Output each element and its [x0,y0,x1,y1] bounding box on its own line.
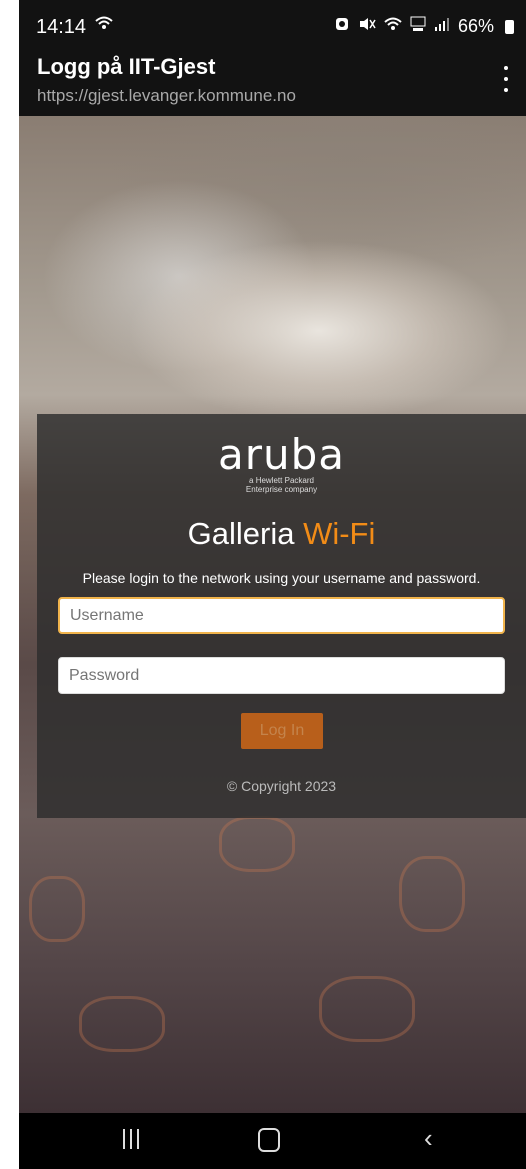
logo-subtitle-line1: a Hewlett Packard [249,476,314,485]
battery-icon [505,19,514,34]
copyright-text: © Copyright 2023 [226,778,337,794]
heading-prefix: Galleria [187,516,295,551]
mute-icon [358,16,376,37]
status-icons: 66% [334,16,514,37]
login-panel: aruba a Hewlett Packard Enterprise compa… [37,414,526,818]
login-instructions: Please login to the network using your u… [82,570,481,586]
aruba-logo: aruba [217,430,346,479]
login-button[interactable]: Log In [241,713,323,749]
portal-heading: Galleria Wi-Fi [37,516,526,552]
wifi-icon [384,16,402,37]
back-icon[interactable]: ‹ [424,1123,433,1154]
signal-icon [434,16,450,37]
page-title: Logg på IIT-Gjest [37,54,216,79]
more-options-icon[interactable] [496,66,516,92]
heading-accent: Wi-Fi [303,516,376,551]
wifi-icon [95,15,113,36]
recents-icon[interactable] [123,1129,139,1149]
home-icon[interactable] [258,1128,280,1152]
logo-subtitle-line2: Enterprise company [245,485,318,494]
browser-header: Logg på IIT-Gjest https://gjest.levanger… [19,50,526,116]
username-input[interactable] [58,597,505,634]
navigation-bar: ‹ [19,1113,526,1169]
page-url: https://gjest.levanger.kommune.no [37,86,296,105]
phone-screen: 14:14 66% Logg på IIT-Gjest https://gjes… [19,0,526,1169]
5g-icon [410,16,426,37]
battery-percent: 66% [457,16,494,36]
status-bar: 14:14 66% [19,0,526,50]
password-input[interactable] [58,657,505,694]
status-time: 14:14 [36,16,87,38]
alarm-icon [334,16,350,37]
